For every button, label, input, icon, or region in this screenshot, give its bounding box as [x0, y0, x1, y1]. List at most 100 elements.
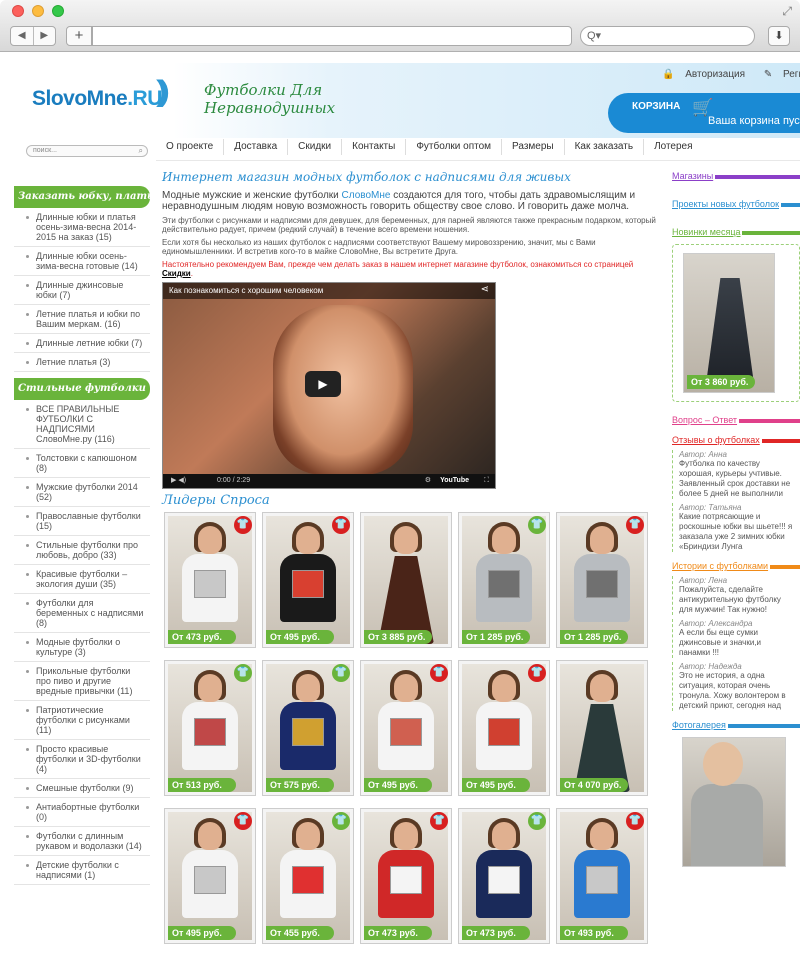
left-sidebar: Заказать юбку, платье Длинные юбки и пла… [14, 186, 150, 885]
tshirts-category-list: ВСЕ ПРАВИЛЬНЫЕ ФУТБОЛКИ С НАДПИСЯМИ Слов… [14, 400, 150, 885]
menu-item-wholesale[interactable]: Футболки оптом [405, 139, 501, 155]
product-price: От 575 руб. [266, 778, 334, 792]
product-card[interactable]: 👕 От 495 руб. [262, 512, 354, 648]
product-card[interactable]: 👕 От 1 285 руб. [556, 512, 648, 648]
product-price: От 473 руб. [168, 630, 236, 644]
product-price: От 473 руб. [364, 926, 432, 940]
product-card[interactable]: От 4 070 руб. [556, 660, 648, 796]
address-bar[interactable] [92, 26, 572, 46]
new-arrivals-link[interactable]: Новинки месяца [672, 226, 800, 238]
male-shirt-icon: 👕 [528, 812, 546, 830]
menu-item-delivery[interactable]: Доставка [223, 139, 287, 155]
product-card[interactable]: 👕 От 1 285 руб. [458, 512, 550, 648]
play-button[interactable]: ▶ [305, 371, 341, 397]
child-head [703, 742, 743, 786]
settings-icon[interactable]: ⚙ [425, 474, 431, 488]
model-head [394, 526, 418, 554]
sidebar-category-item[interactable]: Модные футболки о культуре (3) [14, 633, 150, 662]
product-card[interactable]: 👕 От 575 руб. [262, 660, 354, 796]
shops-link[interactable]: Магазины [672, 170, 800, 182]
register-link[interactable]: ✎ Регистрация [764, 69, 800, 80]
forward-button[interactable]: ▶ [34, 27, 56, 45]
gallery-photo[interactable] [682, 737, 786, 867]
video-time: 0:00 / 2:29 [217, 477, 251, 484]
sidebar-category-item[interactable]: Смешные футболки (9) [14, 779, 150, 798]
menu-item-lottery[interactable]: Лотерея [643, 139, 702, 155]
youtube-logo[interactable]: YouTube [440, 474, 469, 488]
tshirt-print [488, 718, 520, 746]
product-card[interactable]: 👕 От 495 руб. [458, 660, 550, 796]
model-head [590, 526, 614, 554]
product-card[interactable]: 👕 От 495 руб. [360, 660, 452, 796]
fullscreen-video-icon[interactable]: ⛶ [484, 474, 489, 488]
video-player[interactable]: Как познакомиться с хорошим человеком ⋖ … [162, 282, 496, 489]
product-card[interactable]: 👕 От 455 руб. [262, 808, 354, 944]
sidebar-category-item[interactable]: Антиабортные футболки (0) [14, 798, 150, 827]
sidebar-category-item[interactable]: Патриотические футболки с рисунками (11) [14, 701, 150, 740]
product-image [168, 516, 252, 644]
cart-widget[interactable]: КОРЗИНА 🛒 Ваша корзина пуста [608, 93, 800, 133]
product-card[interactable]: 👕 От 473 руб. [458, 808, 550, 944]
qa-link[interactable]: Вопрос – Ответ [672, 414, 800, 426]
new-projects-link[interactable]: Проекты новых футболок [672, 198, 800, 210]
sidebar-category-item[interactable]: Православные футболки (15) [14, 507, 150, 536]
menu-item-sizes[interactable]: Размеры [501, 139, 564, 155]
product-price: От 1 285 руб. [462, 630, 530, 644]
login-link[interactable]: 🔒 Авторизация [662, 69, 753, 80]
stories-link[interactable]: Истории с футболками [672, 560, 800, 572]
slovomne-link[interactable]: СловоМне [342, 190, 391, 201]
sidebar-category-item[interactable]: Футболки для беременных с надписями (8) [14, 594, 150, 633]
zoom-window-button[interactable] [52, 5, 64, 17]
sidebar-category-item[interactable]: Стильные футболки про любовь, добро (33) [14, 536, 150, 565]
product-card[interactable]: От 3 885 руб. [360, 512, 452, 648]
play-small-icon[interactable]: ▶ ◀) [171, 477, 186, 484]
intro-text-start: Модные мужские и женские футболки [162, 190, 342, 201]
menu-item-discounts[interactable]: Скидки [287, 139, 341, 155]
sidebar-category-item[interactable]: Мужские футболки 2014 (52) [14, 478, 150, 507]
browser-search-field[interactable]: Q▾ [580, 26, 755, 46]
menu-item-about[interactable]: О проекте [156, 139, 223, 155]
menu-item-contacts[interactable]: Контакты [341, 139, 405, 155]
sidebar-category-item[interactable]: Длинные юбки осень-зима-весна готовые (1… [14, 247, 150, 276]
product-card[interactable]: 👕 От 473 руб. [164, 512, 256, 648]
product-card[interactable]: 👕 От 473 руб. [360, 808, 452, 944]
new-tab-button[interactable]: + [66, 26, 92, 46]
skirts-category-list: Длинные юбки и платья осень-зима-весна 2… [14, 208, 150, 372]
menu-item-how-to-order[interactable]: Как заказать [563, 139, 643, 155]
site-search-input[interactable]: поиск... ⌕ [26, 145, 148, 157]
sidebar-category-item[interactable]: Футболки с длинным рукавом и водолазки (… [14, 827, 150, 856]
sidebar-category-item[interactable]: Детские футболки с надписями (1) [14, 856, 150, 885]
download-button[interactable]: ⬇ [768, 26, 790, 46]
reviews-link[interactable]: Отзывы о футболках [672, 434, 800, 446]
minimize-window-button[interactable] [32, 5, 44, 17]
gallery-link[interactable]: Фотогалерея [672, 719, 800, 731]
video-frame-person [273, 305, 413, 475]
product-card[interactable]: 👕 От 495 руб. [164, 808, 256, 944]
sidebar-category-item[interactable]: Длинные джинсовые юбки (7) [14, 276, 150, 305]
back-button[interactable]: ◀ [11, 27, 34, 45]
product-image [462, 812, 546, 940]
site-logo[interactable]: SlovoMne.RU [32, 87, 162, 111]
sidebar-category-item[interactable]: Длинные юбки и платья осень-зима-весна 2… [14, 208, 150, 247]
sidebar-category-item[interactable]: Летние платья (3) [14, 353, 150, 372]
product-card[interactable]: 👕 От 513 руб. [164, 660, 256, 796]
model-head [394, 674, 418, 702]
search-icon[interactable]: ⌕ [139, 146, 143, 156]
sidebar-category-item[interactable]: Длинные летние юбки (7) [14, 334, 150, 353]
sidebar-category-item[interactable]: Красивые футболки – экология души (35) [14, 565, 150, 594]
sidebar-category-item[interactable]: Толстовки с капюшоном (8) [14, 449, 150, 478]
sidebar-category-item[interactable]: Летние платья и юбки по Вашим меркам. (1… [14, 305, 150, 334]
tshirt-print [586, 570, 618, 598]
cart-title: КОРЗИНА [632, 101, 681, 112]
fullscreen-icon[interactable]: ⤢ [782, 4, 792, 19]
tshirt-print [586, 866, 618, 894]
review-item: Автор: Татьяна Какие потрясающие и роскош… [672, 503, 800, 552]
product-card[interactable]: 👕 От 493 руб. [556, 808, 648, 944]
close-window-button[interactable] [12, 5, 24, 17]
sidebar-category-item[interactable]: Прикольные футболки про пиво и другие вр… [14, 662, 150, 701]
share-icon[interactable]: ⋖ [481, 284, 489, 295]
sidebar-category-item[interactable]: Просто красивые футболки и 3D-футболки (… [14, 740, 150, 779]
sidebar-category-item[interactable]: ВСЕ ПРАВИЛЬНЫЕ ФУТБОЛКИ С НАДПИСЯМИ Слов… [14, 400, 150, 449]
discounts-link[interactable]: Скидки [162, 269, 191, 278]
featured-product[interactable]: От 3 860 руб. [683, 253, 775, 393]
